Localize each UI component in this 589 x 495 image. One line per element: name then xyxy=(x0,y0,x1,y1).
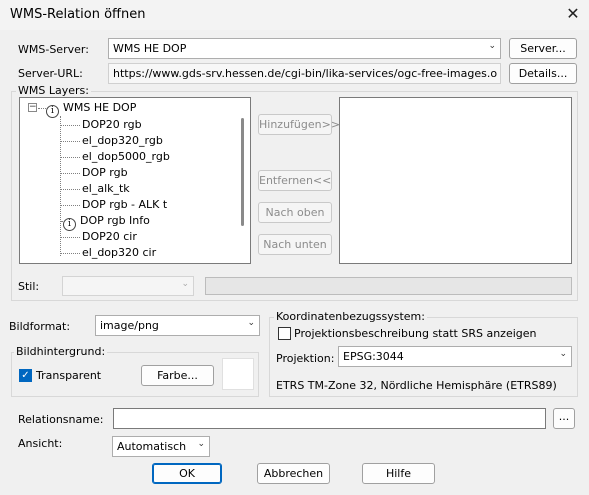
wms-layers-label: WMS Layers: xyxy=(16,84,91,97)
transparent-label: Transparent xyxy=(36,369,102,382)
layer-tree[interactable]: − i WMS HE DOP DOP20 rgb el_dop320_rgb el… xyxy=(19,97,251,264)
style-label: Stil: xyxy=(18,280,40,293)
chevron-down-icon: ⌄ xyxy=(181,279,189,289)
server-url-value: https://www.gds-srv.hessen.de/cgi-bin/li… xyxy=(113,67,497,80)
window-title: WMS-Relation öffnen xyxy=(10,7,146,22)
server-url-label: Server-URL: xyxy=(18,67,83,80)
add-button[interactable]: Hinzufügen>> xyxy=(258,114,340,135)
tree-item[interactable]: el_dop320 cir xyxy=(82,245,156,261)
chevron-down-icon: ⌄ xyxy=(197,439,205,449)
move-up-button[interactable]: Nach oben xyxy=(258,202,332,223)
projection-select[interactable]: EPSG:3044 ⌄ xyxy=(338,346,572,367)
tree-item[interactable]: el_alk_tk xyxy=(82,181,130,197)
close-icon[interactable]: ✕ xyxy=(562,3,584,25)
style-select[interactable]: ⌄ xyxy=(62,276,194,296)
chevron-down-icon: ⌄ xyxy=(559,349,567,359)
tree-item[interactable]: DOP20 cir xyxy=(82,229,137,245)
cancel-button[interactable]: Abbrechen xyxy=(257,463,330,484)
color-swatch xyxy=(222,358,254,390)
selected-layers-list[interactable] xyxy=(339,97,572,264)
transparent-checkbox[interactable]: ✓ xyxy=(19,369,32,382)
crs-label: Koordinatenbezugssystem: xyxy=(274,310,427,323)
image-format-label: Bildformat: xyxy=(9,320,71,333)
wms-server-select[interactable]: WMS HE DOP ⌄ xyxy=(108,38,501,59)
tree-item[interactable]: el_dop320_rgb xyxy=(82,133,163,149)
move-down-button[interactable]: Nach unten xyxy=(258,234,332,255)
wms-server-label: WMS-Server: xyxy=(18,43,89,56)
chevron-down-icon: ⌄ xyxy=(488,41,496,51)
tree-root-label: WMS HE DOP xyxy=(63,101,137,114)
wms-server-value: WMS HE DOP xyxy=(113,42,187,55)
server-url-field[interactable]: https://www.gds-srv.hessen.de/cgi-bin/li… xyxy=(108,63,501,84)
tree-item-label: DOP rgb Info xyxy=(80,214,150,227)
relation-name-label: Relationsname: xyxy=(18,413,104,426)
relation-name-input[interactable] xyxy=(113,408,546,429)
info-icon: i xyxy=(46,105,59,118)
help-button[interactable]: Hilfe xyxy=(362,463,435,484)
tree-scrollbar[interactable] xyxy=(241,118,244,226)
projection-value: EPSG:3044 xyxy=(343,350,404,363)
projection-label: Projektion: xyxy=(276,352,335,365)
browse-button[interactable]: ... xyxy=(553,408,575,429)
view-label: Ansicht: xyxy=(18,437,63,450)
tree-item[interactable]: DOP20 rgb xyxy=(82,117,142,133)
server-button[interactable]: Server... xyxy=(509,38,577,59)
projection-description-text: ETRS TM-Zone 32, Nördliche Hemisphäre (E… xyxy=(276,379,557,392)
ok-button[interactable]: OK xyxy=(152,463,222,484)
tree-item[interactable]: DOP rgb xyxy=(82,165,128,181)
info-icon: i xyxy=(63,218,76,231)
chevron-down-icon: ⌄ xyxy=(247,318,255,328)
view-value: Automatisch xyxy=(117,440,187,453)
background-label: Bildhintergrund: xyxy=(14,345,108,358)
view-select[interactable]: Automatisch ⌄ xyxy=(112,436,210,457)
image-format-value: image/png xyxy=(100,319,159,332)
tree-item[interactable]: DOP rgb - ALK t xyxy=(82,197,167,213)
projection-description-checkbox[interactable] xyxy=(278,327,291,340)
projection-description-label: Projektionsbeschreibung statt SRS anzeig… xyxy=(294,327,537,340)
tree-item-info[interactable]: i DOP rgb Info xyxy=(63,213,150,231)
details-button[interactable]: Details... xyxy=(509,63,577,84)
collapse-icon[interactable]: − xyxy=(28,103,37,112)
color-button[interactable]: Farbe... xyxy=(141,365,214,386)
image-format-select[interactable]: image/png ⌄ xyxy=(95,315,260,336)
tree-root[interactable]: i WMS HE DOP xyxy=(46,100,137,118)
remove-button[interactable]: Entfernen<< xyxy=(258,170,332,191)
tree-item[interactable]: el_dop5000_rgb xyxy=(82,149,170,165)
style-description xyxy=(205,277,572,295)
